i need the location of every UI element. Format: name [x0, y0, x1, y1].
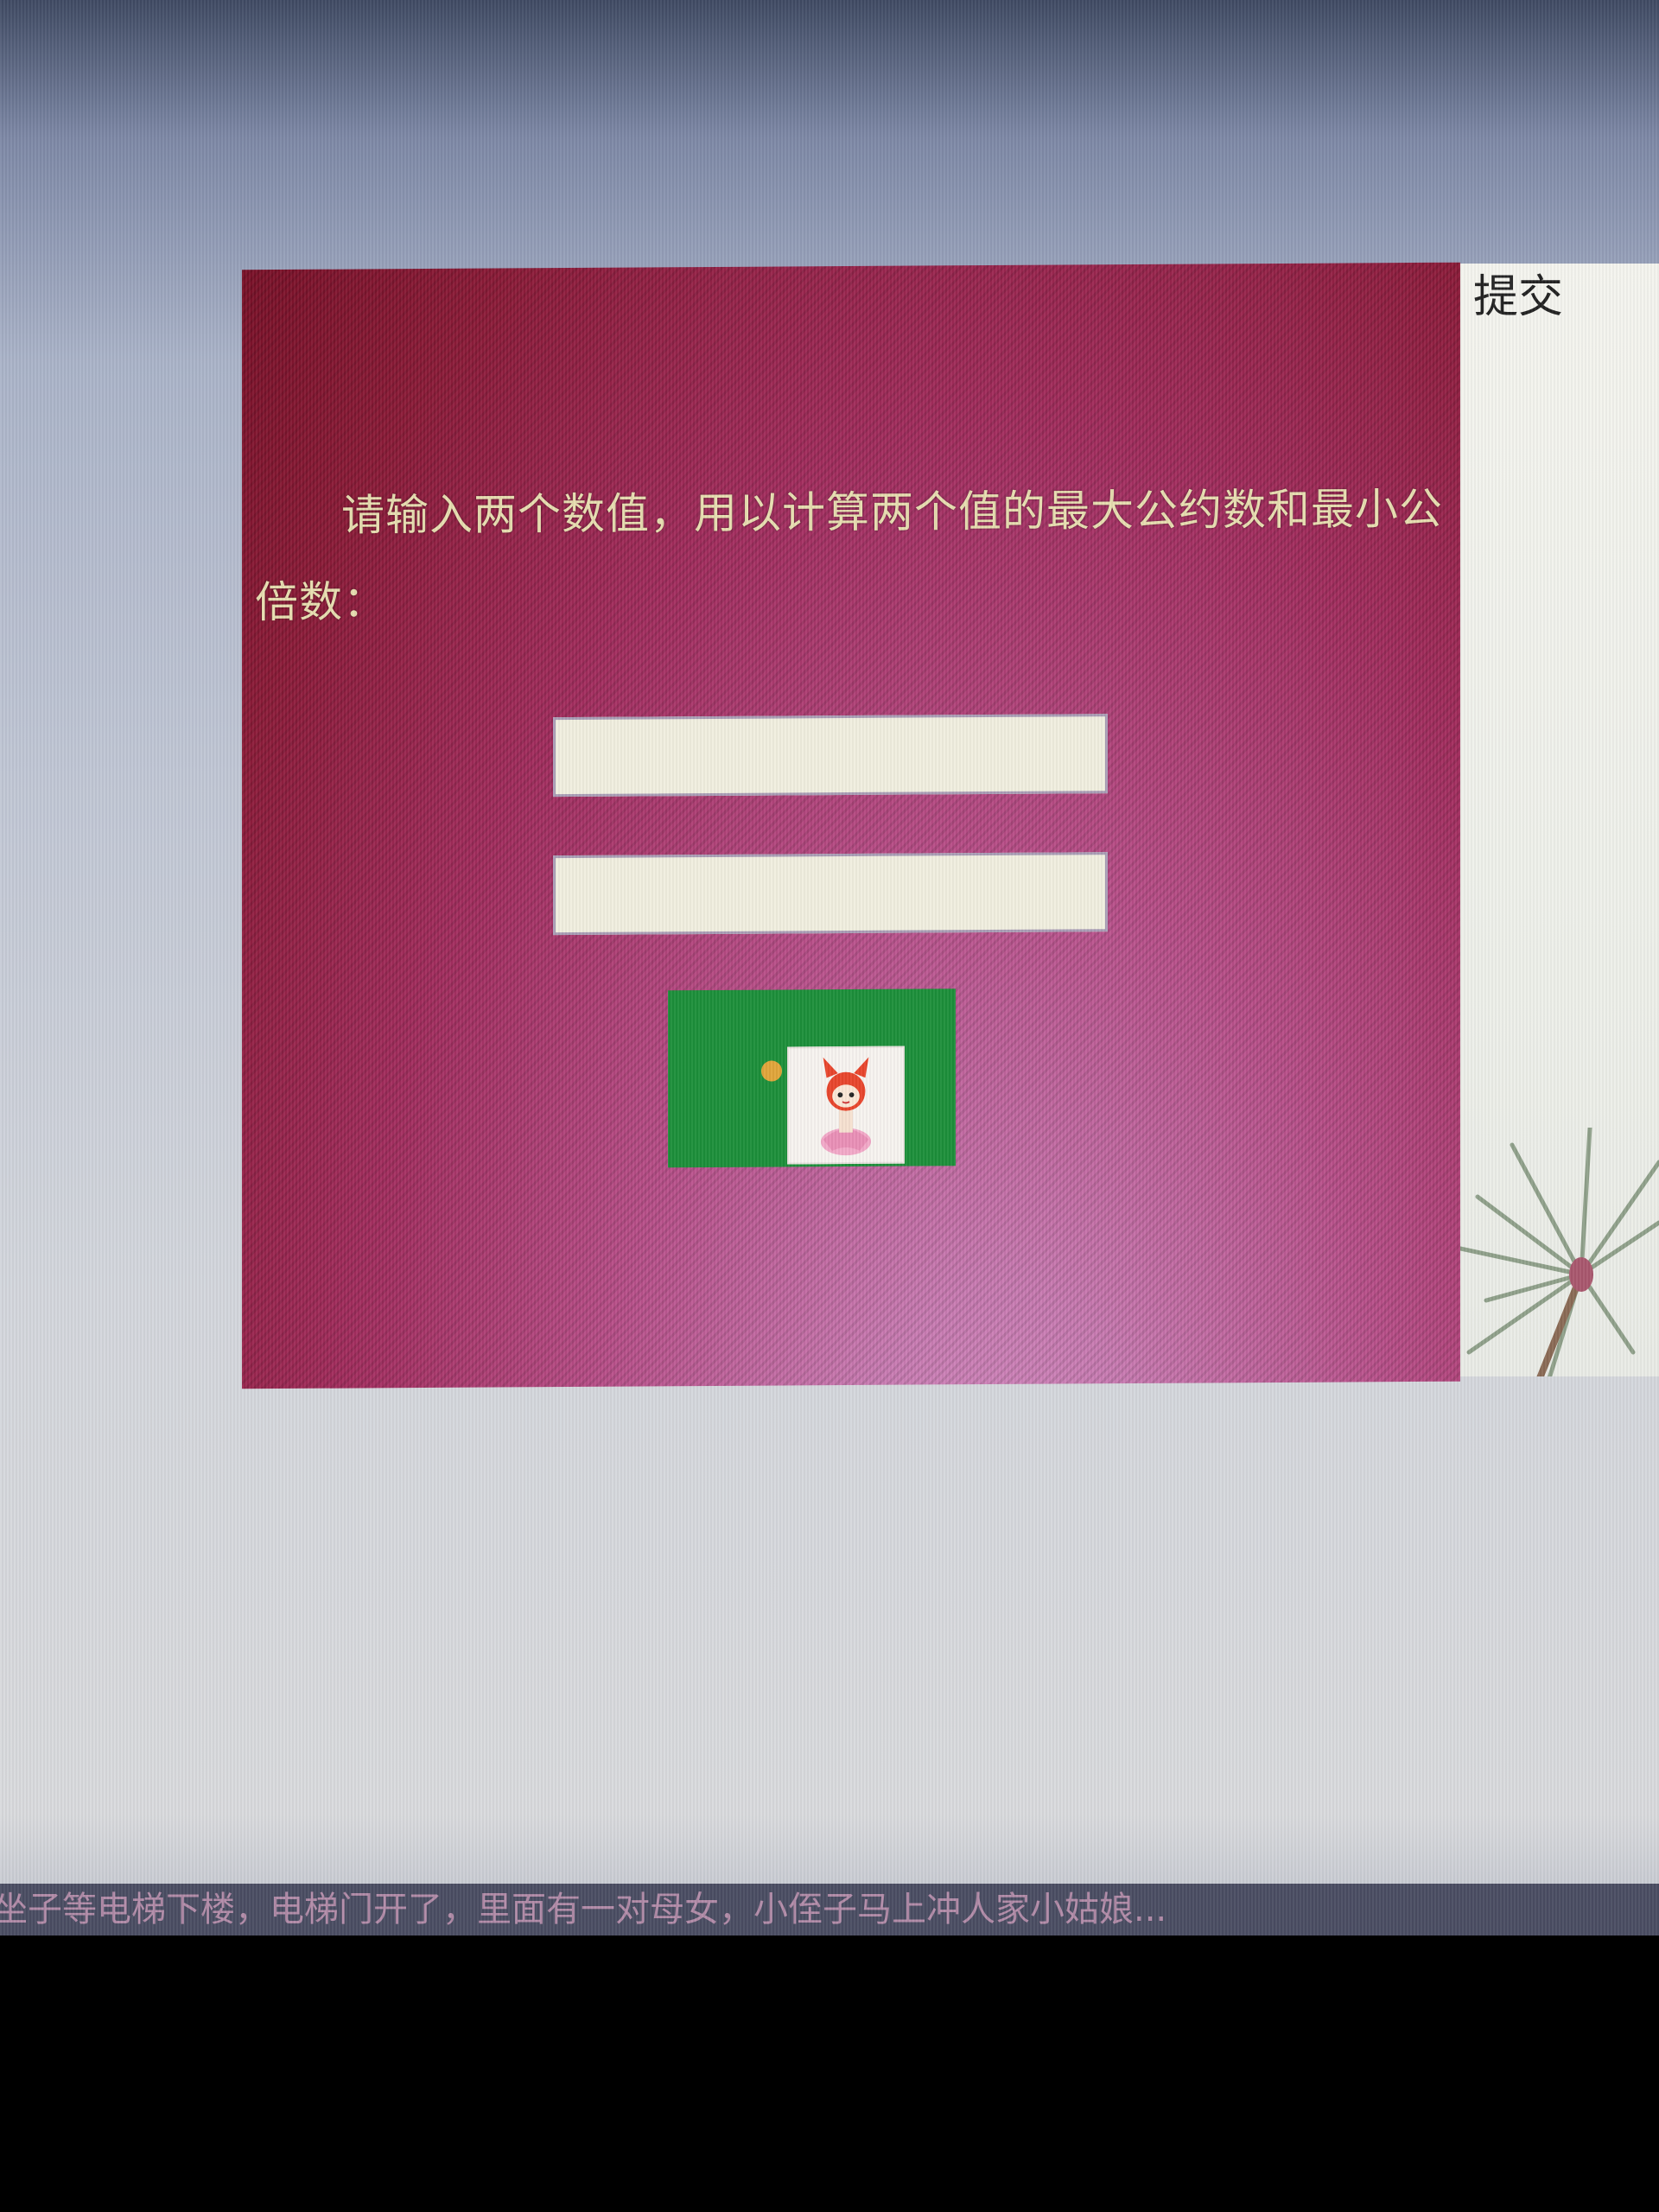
side-panel: 提交	[1460, 264, 1659, 1376]
cartoon-girl-drawing	[820, 1057, 872, 1156]
gcd-lcm-form: 请输入两个数值，用以计算两个值的最大公约数和最小公倍数：	[242, 262, 1460, 1389]
cartoon-girl-icon	[787, 1046, 905, 1165]
news-ticker-link[interactable]: 坐子等电梯下楼，电梯门开了，里面有一对母女，小侄子马上冲人家小姑娘...	[0, 1887, 1166, 1932]
image-button[interactable]	[668, 988, 956, 1168]
flower-decoration	[761, 1060, 782, 1082]
instruction-text: 请输入两个数值，用以计算两个值的最大公约数和最小公倍数：	[255, 483, 1443, 628]
number-input-1[interactable]	[553, 714, 1108, 798]
submit-button[interactable]: 提交	[1473, 270, 1563, 324]
pine-branch-image	[1460, 1128, 1659, 1376]
news-ticker: 坐子等电梯下楼，电梯门开了，里面有一对母女，小侄子马上冲人家小姑娘...	[0, 1884, 1659, 1936]
monitor-screen: 请输入两个数值，用以计算两个值的最大公约数和最小公倍数： 提交 坐子等电梯下楼，…	[0, 0, 1659, 1936]
number-input-2[interactable]	[553, 852, 1108, 936]
